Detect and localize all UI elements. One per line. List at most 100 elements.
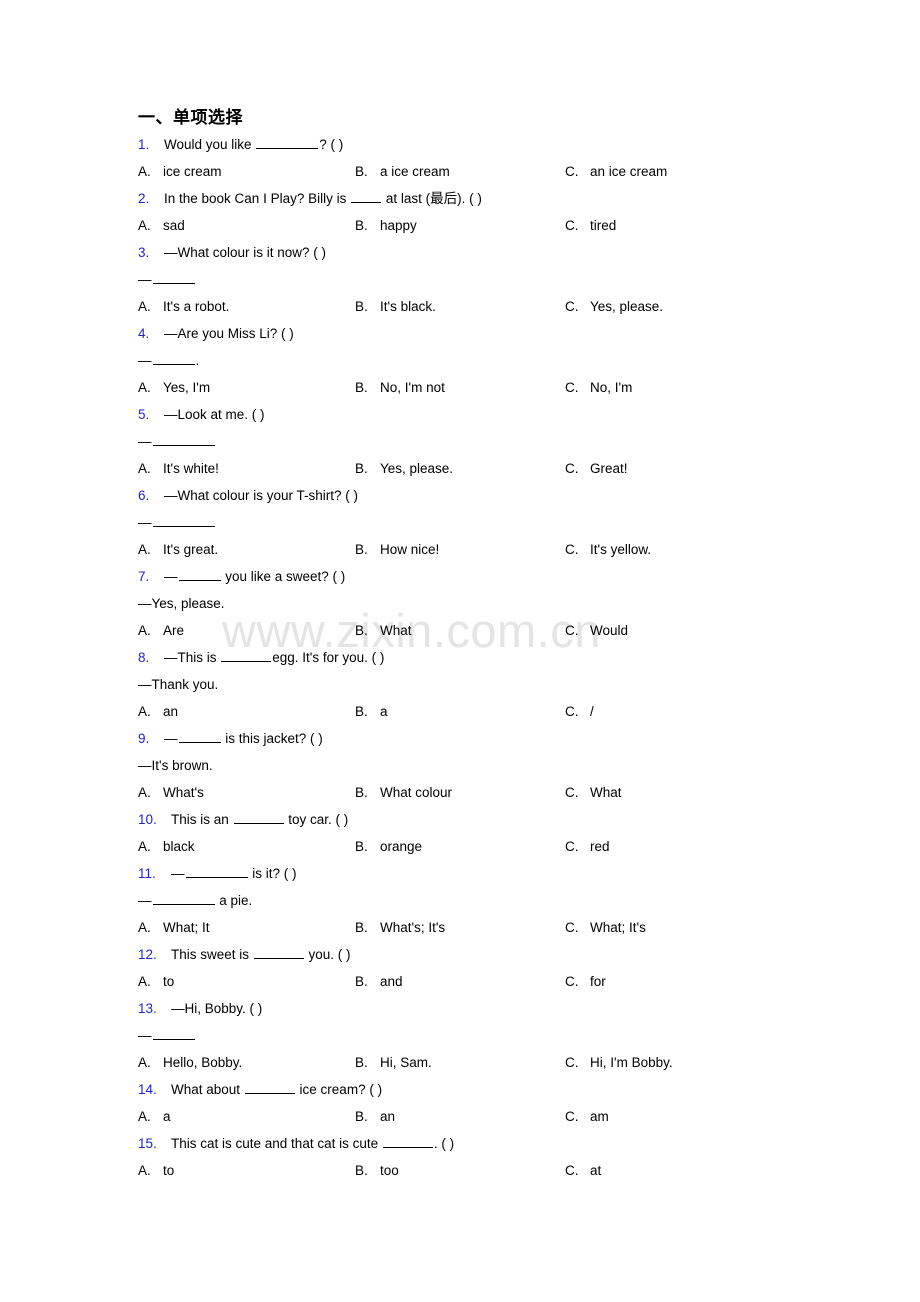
option-a[interactable]: A. It's a robot.	[138, 293, 229, 320]
option-a[interactable]: A. What; It	[138, 914, 210, 941]
option-row: A. ice cream B. a ice cream C. an ice cream	[138, 158, 878, 185]
option-c[interactable]: C. for	[565, 968, 606, 995]
option-c[interactable]: C. No, I'm	[565, 374, 632, 401]
option-text: and	[380, 974, 403, 989]
option-c[interactable]: C. Great!	[565, 455, 628, 482]
option-c[interactable]: C. red	[565, 833, 610, 860]
option-a[interactable]: A. to	[138, 968, 174, 995]
option-b[interactable]: B. What colour	[355, 779, 452, 806]
question-text: —What colour is your T-shirt? ( )	[164, 488, 359, 503]
option-a[interactable]: A. Are	[138, 617, 184, 644]
question-continuation: —Thank you.	[138, 671, 878, 698]
option-c[interactable]: C. Would	[565, 617, 628, 644]
option-text: What	[380, 623, 412, 638]
question-stem: 5. —Look at me. ( )	[138, 401, 878, 428]
answer-blank	[382, 1136, 433, 1148]
option-b[interactable]: B. How nice!	[355, 536, 439, 563]
option-a[interactable]: A. an	[138, 698, 178, 725]
option-a[interactable]: A. It's great.	[138, 536, 218, 563]
option-b[interactable]: B. and	[355, 968, 403, 995]
answer-blank	[152, 515, 215, 527]
option-label: B.	[355, 974, 368, 989]
option-text: Yes, please.	[590, 299, 664, 314]
option-b[interactable]: B. orange	[355, 833, 422, 860]
question-list: 1. Would you like ? ( ) A. ice cream B. a ice…	[138, 131, 878, 1184]
option-text: It's yellow.	[590, 542, 652, 557]
option-b[interactable]: B. What's; It's	[355, 914, 445, 941]
option-label: A.	[138, 920, 151, 935]
option-label: B.	[355, 218, 368, 233]
option-c[interactable]: C. at	[565, 1157, 601, 1184]
option-label: C.	[565, 920, 579, 935]
option-a[interactable]: A. Hello, Bobby.	[138, 1049, 242, 1076]
option-c[interactable]: C. /	[565, 698, 594, 725]
option-c[interactable]: C. What	[565, 779, 622, 806]
option-label: C.	[565, 461, 579, 476]
question-text: —What colour is it now? ( )	[164, 245, 327, 260]
option-label: C.	[565, 218, 579, 233]
continuation-dash: —	[138, 353, 152, 368]
option-b[interactable]: B. too	[355, 1157, 399, 1184]
option-label: B.	[355, 461, 368, 476]
option-text: No, I'm not	[380, 380, 445, 395]
option-a[interactable]: A. It's white!	[138, 455, 219, 482]
question-text-tail: you. ( )	[304, 947, 351, 962]
continuation-text: —Thank you.	[138, 677, 219, 692]
option-c[interactable]: C. What; It's	[565, 914, 646, 941]
option-text: What's; It's	[380, 920, 446, 935]
option-b[interactable]: B. a	[355, 698, 388, 725]
option-text: happy	[380, 218, 417, 233]
answer-blank	[178, 731, 221, 743]
question-stem: 13. —Hi, Bobby. ( )	[138, 995, 878, 1022]
option-text: orange	[380, 839, 423, 854]
question-number: 11.	[138, 866, 156, 881]
option-label: C.	[565, 299, 579, 314]
option-label: C.	[565, 785, 579, 800]
option-b[interactable]: B. happy	[355, 212, 417, 239]
option-text: /	[590, 704, 594, 719]
option-text: to	[163, 1163, 175, 1178]
question-stem: 10. This is an toy car. ( )	[138, 806, 878, 833]
option-text: Are	[163, 623, 185, 638]
question-number: 2.	[138, 191, 150, 206]
option-b[interactable]: B. It's black.	[355, 293, 436, 320]
option-row: A. What's B. What colour C. What	[138, 779, 878, 806]
option-label: B.	[355, 839, 368, 854]
option-b[interactable]: B. Hi, Sam.	[355, 1049, 432, 1076]
option-a[interactable]: A. to	[138, 1157, 174, 1184]
option-c[interactable]: C. am	[565, 1103, 609, 1130]
continuation-dash: —	[138, 1028, 152, 1043]
option-text: What colour	[380, 785, 453, 800]
option-b[interactable]: B. a ice cream	[355, 158, 450, 185]
option-b[interactable]: B. an	[355, 1103, 395, 1130]
answer-blank	[152, 353, 195, 365]
option-c[interactable]: C. tired	[565, 212, 616, 239]
option-row: A. to B. too C. at	[138, 1157, 878, 1184]
option-label: B.	[355, 299, 368, 314]
option-c[interactable]: C. Yes, please.	[565, 293, 663, 320]
option-text: red	[590, 839, 610, 854]
option-a[interactable]: A. Yes, I'm	[138, 374, 210, 401]
option-a[interactable]: A. a	[138, 1103, 171, 1130]
exam-content: 一、单项选择 1. Would you like ? ( ) A. ice cream…	[138, 107, 878, 1184]
option-a[interactable]: A. ice cream	[138, 158, 222, 185]
option-text: It's black.	[380, 299, 436, 314]
question-number: 8.	[138, 650, 150, 665]
option-b[interactable]: B. No, I'm not	[355, 374, 445, 401]
option-a[interactable]: A. What's	[138, 779, 204, 806]
option-a[interactable]: A. sad	[138, 212, 185, 239]
answer-blank	[185, 866, 248, 878]
section-title: 一、单项选择	[138, 108, 243, 127]
option-label: B.	[355, 1055, 368, 1070]
question-text: —Are you Miss Li? ( )	[164, 326, 294, 341]
option-b[interactable]: B. What	[355, 617, 412, 644]
option-row: A. It's white! B. Yes, please. C. Great!	[138, 455, 878, 482]
option-label: C.	[565, 704, 579, 719]
option-c[interactable]: C. an ice cream	[565, 158, 667, 185]
option-c[interactable]: C. Hi, I'm Bobby.	[565, 1049, 673, 1076]
question-number: 1.	[138, 137, 150, 152]
option-a[interactable]: A. black	[138, 833, 195, 860]
question-continuation: — a pie.	[138, 887, 878, 914]
option-c[interactable]: C. It's yellow.	[565, 536, 651, 563]
option-b[interactable]: B. Yes, please.	[355, 455, 453, 482]
